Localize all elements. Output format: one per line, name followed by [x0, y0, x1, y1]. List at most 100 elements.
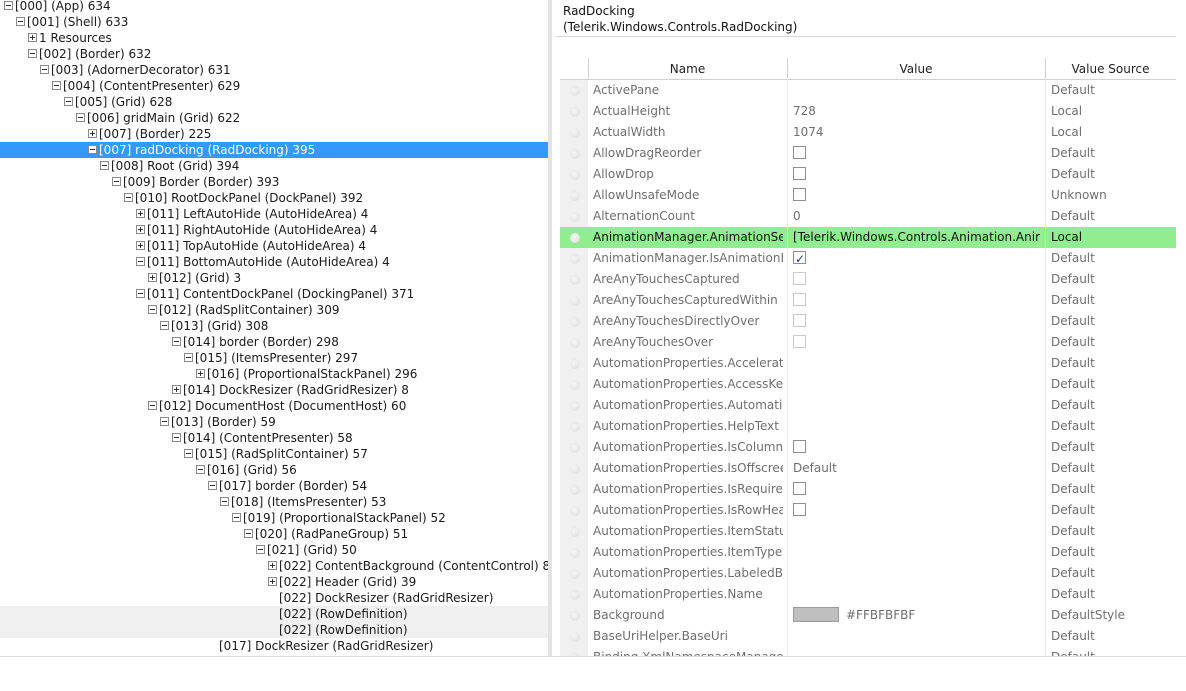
property-row[interactable]: AutomationProperties.ItemStatus Default	[560, 521, 1176, 542]
property-row[interactable]: Binding.XmlNamespaceManager Default	[560, 647, 1176, 656]
tree-item[interactable]: [013] (Grid) 308	[0, 318, 548, 334]
tree-item[interactable]: [004] (ContentPresenter) 629	[0, 78, 548, 94]
property-row[interactable]: AreAnyTouchesOver Default	[560, 332, 1176, 353]
tree-item[interactable]: [012] (Grid) 3	[0, 270, 548, 286]
collapse-icon[interactable]	[256, 545, 265, 554]
collapse-icon[interactable]	[196, 465, 205, 474]
collapse-icon[interactable]	[88, 145, 97, 154]
collapse-icon[interactable]	[244, 529, 253, 538]
property-checkbox[interactable]	[793, 482, 806, 495]
property-row[interactable]: AutomationProperties.IsColumnHeader Defau…	[560, 437, 1176, 458]
tree-item[interactable]: [022] DockResizer (RadGridResizer)	[0, 590, 548, 606]
collapse-icon[interactable]	[220, 497, 229, 506]
property-row[interactable]: AutomationProperties.ItemType Default	[560, 542, 1176, 563]
property-checkbox[interactable]	[793, 188, 806, 201]
tree-item[interactable]: [003] (AdornerDecorator) 631	[0, 62, 548, 78]
tree-item[interactable]: [011] ContentDockPanel (DockingPanel) 37…	[0, 286, 548, 302]
property-checkbox[interactable]	[793, 335, 806, 348]
collapse-icon[interactable]	[28, 49, 37, 58]
expand-icon[interactable]	[88, 129, 97, 138]
tree-item[interactable]: [011] BottomAutoHide (AutoHideArea) 4	[0, 254, 548, 270]
property-row[interactable]: ActualHeight 728 Local	[560, 101, 1176, 122]
property-row[interactable]: AreAnyTouchesCaptured Default	[560, 269, 1176, 290]
property-checkbox[interactable]	[793, 146, 806, 159]
tree-item[interactable]: [000] (App) 634	[0, 0, 548, 14]
tree-item[interactable]: [022] (RowDefinition)	[0, 606, 548, 622]
expand-icon[interactable]	[136, 241, 145, 250]
column-header-name[interactable]: Name	[588, 58, 787, 79]
property-checkbox[interactable]	[793, 503, 806, 516]
property-value[interactable]: #FFBFBFBF	[846, 605, 915, 626]
collapse-icon[interactable]	[172, 433, 181, 442]
tree-item[interactable]: [007] radDocking (RadDocking) 395	[0, 142, 548, 158]
property-value[interactable]: Default	[793, 458, 1040, 479]
property-row[interactable]: BaseUriHelper.BaseUri Default	[560, 626, 1176, 647]
property-row[interactable]: AutomationProperties.IsOffscreenBehavior…	[560, 458, 1176, 479]
property-row[interactable]: AreAnyTouchesDirectlyOver Default	[560, 311, 1176, 332]
tree-item[interactable]: [014] border (Border) 298	[0, 334, 548, 350]
tree-item[interactable]: [008] Root (Grid) 394	[0, 158, 548, 174]
color-swatch[interactable]	[793, 607, 839, 622]
property-checkbox[interactable]	[793, 249, 806, 270]
tree-item[interactable]: [012] DocumentHost (DocumentHost) 60	[0, 398, 548, 414]
visual-tree[interactable]: [000] (App) 634 [001] (Shell) 633 1 Resour…	[0, 0, 548, 656]
property-checkbox[interactable]	[793, 293, 806, 306]
collapse-icon[interactable]	[76, 113, 85, 122]
collapse-icon[interactable]	[16, 17, 25, 26]
tree-item[interactable]: [014] DockResizer (RadGridResizer) 8	[0, 382, 548, 398]
tree-item[interactable]: [014] (ContentPresenter) 58	[0, 430, 548, 446]
property-row[interactable]: ActualWidth 1074 Local	[560, 122, 1176, 143]
property-row[interactable]: Background #FFBFBFBF DefaultStyle	[560, 605, 1176, 626]
tree-item[interactable]: [012] (RadSplitContainer) 309	[0, 302, 548, 318]
tree-item[interactable]: [002] (Border) 632	[0, 46, 548, 62]
property-value[interactable]: 728	[793, 101, 1040, 122]
tree-item[interactable]: 1 Resources	[0, 30, 548, 46]
expand-icon[interactable]	[268, 577, 277, 586]
property-value[interactable]: 0	[793, 206, 1040, 227]
property-row[interactable]: AutomationProperties.AccessKey Default	[560, 374, 1176, 395]
expand-icon[interactable]	[172, 385, 181, 394]
expand-icon[interactable]	[28, 33, 37, 42]
property-row[interactable]: AllowDrop Default	[560, 164, 1176, 185]
tree-item[interactable]: [018] (ItemsPresenter) 53	[0, 494, 548, 510]
tree-item[interactable]: [016] (Grid) 56	[0, 462, 548, 478]
property-row[interactable]: AutomationProperties.Name Default	[560, 584, 1176, 605]
tree-item[interactable]: [006] gridMain (Grid) 622	[0, 110, 548, 126]
property-row[interactable]: AlternationCount 0 Default	[560, 206, 1176, 227]
collapse-icon[interactable]	[208, 481, 217, 490]
property-row[interactable]: AnimationManager.IsAnimationEnabled Defau…	[560, 248, 1176, 270]
collapse-icon[interactable]	[232, 513, 241, 522]
property-row[interactable]: AutomationProperties.IsRequiredForForm De…	[560, 479, 1176, 500]
collapse-icon[interactable]	[4, 1, 13, 10]
property-row[interactable]: AutomationProperties.AcceleratorKey Defau…	[560, 353, 1176, 374]
tree-item[interactable]: [022] (RowDefinition)	[0, 622, 548, 638]
expand-icon[interactable]	[268, 561, 277, 570]
property-value[interactable]: [Telerik.Windows.Controls.Animation.Anim…	[793, 227, 1040, 248]
collapse-icon[interactable]	[124, 193, 133, 202]
tree-item[interactable]: [022] ContentBackground (ContentControl)…	[0, 558, 548, 574]
collapse-icon[interactable]	[184, 353, 193, 362]
tree-item[interactable]: [021] (Grid) 50	[0, 542, 548, 558]
tree-item[interactable]: [017] DockResizer (RadGridResizer)	[0, 638, 548, 654]
tree-item[interactable]: [020] (RadPaneGroup) 51	[0, 526, 548, 542]
panel-splitter[interactable]	[548, 0, 552, 656]
property-row[interactable]: AutomationProperties.IsRowHeader Default	[560, 500, 1176, 521]
tree-item[interactable]: [005] (Grid) 628	[0, 94, 548, 110]
tree-item[interactable]: [011] TopAutoHide (AutoHideArea) 4	[0, 238, 548, 254]
tree-item[interactable]: [017] border (Border) 54	[0, 478, 548, 494]
collapse-icon[interactable]	[148, 305, 157, 314]
property-value[interactable]: 1074	[793, 122, 1040, 143]
collapse-icon[interactable]	[160, 321, 169, 330]
collapse-icon[interactable]	[100, 161, 109, 170]
collapse-icon[interactable]	[64, 97, 73, 106]
collapse-icon[interactable]	[40, 65, 49, 74]
property-checkbox[interactable]	[793, 314, 806, 327]
property-row[interactable]: AllowDragReorder Default	[560, 143, 1176, 164]
tree-item[interactable]: [011] RightAutoHide (AutoHideArea) 4	[0, 222, 548, 238]
property-checkbox[interactable]	[793, 272, 806, 285]
collapse-icon[interactable]	[52, 81, 61, 90]
tree-item[interactable]: [015] (ItemsPresenter) 297	[0, 350, 548, 366]
property-row[interactable]: AutomationProperties.AutomationId Default	[560, 395, 1176, 416]
expand-icon[interactable]	[136, 225, 145, 234]
column-header-value-source[interactable]: Value Source	[1045, 58, 1176, 79]
